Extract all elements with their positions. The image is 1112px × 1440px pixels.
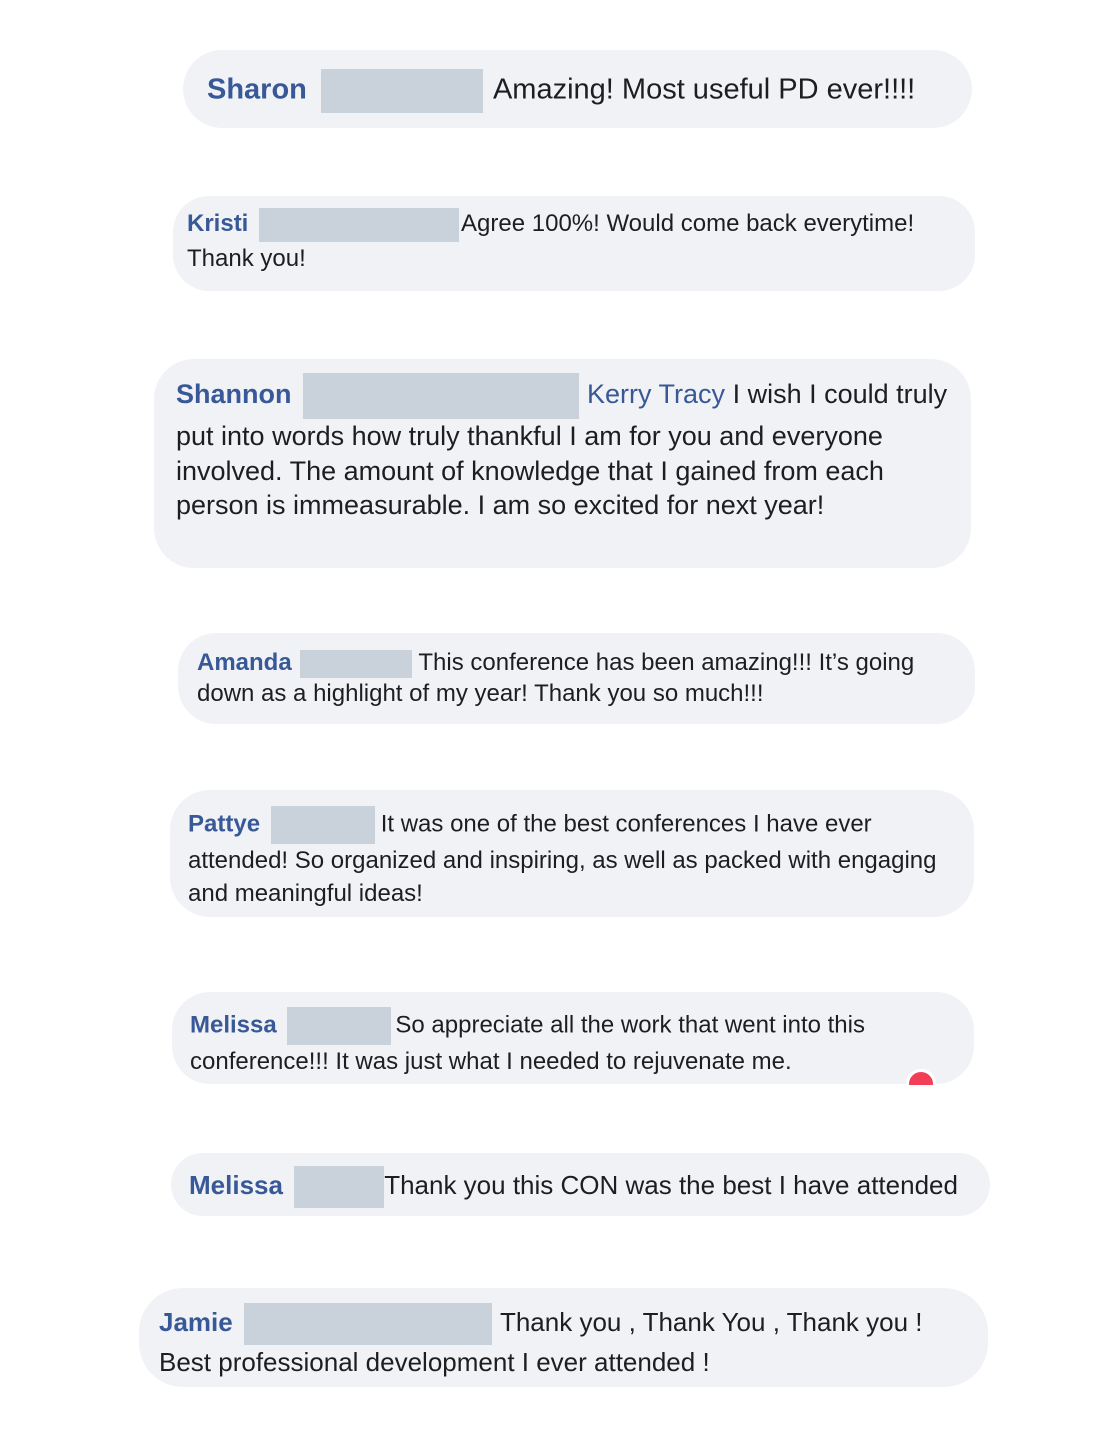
commenter-name[interactable]: Kristi [187, 210, 248, 237]
cropped-text-fragment: ▪ ▪ ▪ ▪ ▪ ▪ ▪ ▪ ▪ [188, 922, 319, 928]
redacted-surname [270, 806, 375, 844]
redacted-surname [287, 1007, 392, 1045]
heart-reaction-icon[interactable] [906, 1069, 936, 1085]
redacted-surname [259, 207, 460, 242]
redacted-surname [243, 1303, 492, 1345]
commenter-name[interactable]: Melissa [189, 1170, 283, 1200]
comment-bubble: Amanda This conference has been amazing!… [178, 633, 975, 724]
comment-bubble: Kristi Agree 100%! Would come back every… [173, 196, 975, 291]
mention-link[interactable]: Kerry Tracy [587, 379, 725, 409]
comment-bubble: Shannon Kerry Tracy I wish I could truly… [154, 359, 971, 568]
commenter-name[interactable]: Jamie [159, 1307, 233, 1337]
commenter-name[interactable]: Shannon [176, 379, 292, 409]
comment-bubble: Jamie Thank you , Thank You , Thank you … [139, 1288, 988, 1387]
comment-bubble: Sharon Amazing! Most useful PD ever!!!! [183, 50, 972, 128]
redacted-surname [320, 69, 483, 113]
commenter-name[interactable]: Sharon [207, 74, 307, 106]
comment-bubble: Melissa So appreciate all the work that … [172, 992, 974, 1084]
comment-text: Amazing! Most useful PD ever!!!! [492, 73, 916, 106]
redacted-surname [303, 373, 580, 419]
comment-bubble: Pattye It was one of the best conference… [170, 790, 974, 917]
redacted-surname [300, 649, 413, 678]
commenter-name[interactable]: Melissa [190, 1011, 277, 1038]
comment-bubble: Melissa Thank you this CON was the best … [171, 1153, 990, 1216]
commenter-name[interactable]: Pattye [188, 810, 260, 837]
comment-text: Thank you this CON was the best I have a… [384, 1170, 958, 1200]
commenter-name[interactable]: Amanda [197, 649, 292, 676]
redacted-surname [294, 1166, 385, 1209]
